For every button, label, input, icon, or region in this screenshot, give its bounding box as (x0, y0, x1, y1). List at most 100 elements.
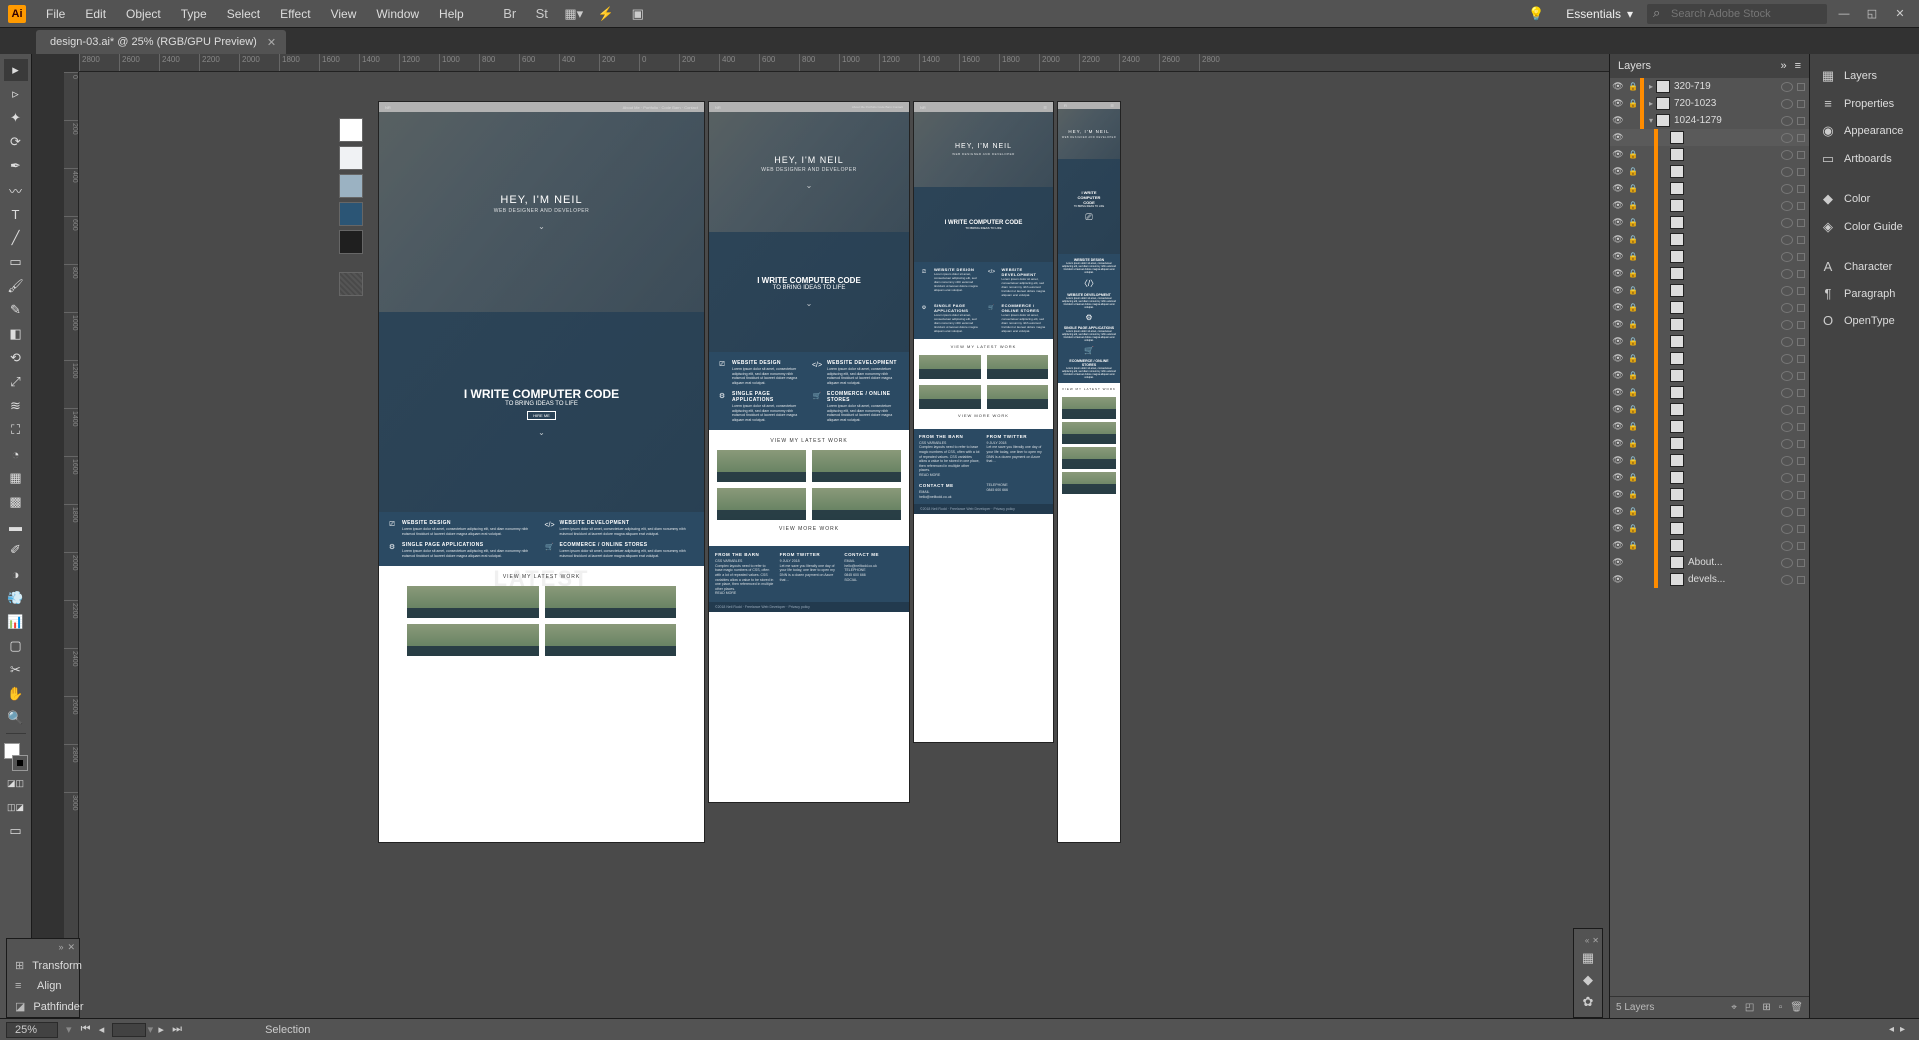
pen-tool[interactable]: ✒ (4, 155, 28, 177)
menu-select[interactable]: Select (217, 7, 270, 21)
blend-tool[interactable]: ◑ (4, 563, 28, 585)
clip-mask-icon[interactable]: ◰ (1745, 1002, 1754, 1013)
layer-row[interactable]: 👁🔒▸320-719 (1610, 78, 1809, 95)
draw-mode-icon[interactable]: ◫◪ (4, 796, 28, 818)
menu-object[interactable]: Object (116, 7, 171, 21)
minimize-button[interactable]: — (1833, 5, 1855, 23)
scale-tool[interactable]: ⤢ (4, 371, 28, 393)
panel-tab-properties[interactable]: ≡Properties (1810, 90, 1919, 117)
layer-row[interactable]: 👁▾1024-1279 (1610, 112, 1809, 129)
layer-row[interactable]: 👁🔒 (1610, 401, 1809, 418)
bridge-icon[interactable]: Br (498, 4, 522, 24)
layer-row[interactable]: 👁🔒 (1610, 367, 1809, 384)
stroke-swatch[interactable] (12, 755, 28, 771)
line-tool[interactable]: ╱ (4, 227, 28, 249)
layer-row[interactable]: 👁🔒 (1610, 299, 1809, 316)
graph-tool[interactable]: 📊 (4, 611, 28, 633)
free-transform-tool[interactable]: ⛶ (4, 419, 28, 441)
rotate-tool[interactable]: ⟲ (4, 347, 28, 369)
shape-builder-tool[interactable]: ◔ (4, 443, 28, 465)
layer-row[interactable]: 👁🔒 (1610, 503, 1809, 520)
layer-row[interactable]: 👁🔒 (1610, 452, 1809, 469)
stock-icon[interactable]: St (530, 4, 554, 24)
layer-row[interactable]: 👁🔒 (1610, 350, 1809, 367)
lasso-tool[interactable]: ⟳ (4, 131, 28, 153)
next-artboard-icon[interactable]: ▸ (154, 1023, 168, 1036)
menu-help[interactable]: Help (429, 7, 474, 21)
layer-row[interactable]: 👁🔒 (1610, 282, 1809, 299)
layer-row[interactable]: 👁About... (1610, 554, 1809, 571)
layer-row[interactable]: 👁devels... (1610, 571, 1809, 588)
document-tab[interactable]: design-03.ai* @ 25% (RGB/GPU Preview) ✕ (36, 30, 286, 54)
stock-search-input[interactable] (1647, 4, 1827, 24)
panel-tab-color[interactable]: ◆Color (1810, 185, 1919, 213)
pathfinder-tab[interactable]: ◪Pathfinder (7, 996, 79, 1017)
layer-row[interactable]: 👁🔒 (1610, 214, 1809, 231)
eraser-tool[interactable]: ◧ (4, 323, 28, 345)
direct-selection-tool[interactable]: ▹ (4, 83, 28, 105)
mesh-tool[interactable]: ▩ (4, 491, 28, 513)
menu-window[interactable]: Window (366, 7, 429, 21)
panel-tab-opentype[interactable]: OOpenType (1810, 307, 1919, 334)
eyedropper-tool[interactable]: ✐ (4, 539, 28, 561)
magic-wand-tool[interactable]: ✦ (4, 107, 28, 129)
last-artboard-icon[interactable]: ⏭ (170, 1023, 184, 1036)
layer-row[interactable]: 👁🔒 (1610, 384, 1809, 401)
menu-view[interactable]: View (321, 7, 367, 21)
layer-row[interactable]: 👁🔒 (1610, 537, 1809, 554)
layer-row[interactable]: 👁🔒 (1610, 180, 1809, 197)
locate-icon[interactable]: ⌖ (1731, 1002, 1737, 1013)
paintbrush-tool[interactable]: 🖌 (4, 275, 28, 297)
layer-row[interactable]: 👁🔒 (1610, 316, 1809, 333)
curvature-tool[interactable]: 〰 (4, 179, 28, 201)
layer-row[interactable]: 👁🔒 (1610, 469, 1809, 486)
layer-row[interactable]: 👁🔒 (1610, 486, 1809, 503)
symbol-sprayer-tool[interactable]: 💨 (4, 587, 28, 609)
menu-type[interactable]: Type (171, 7, 217, 21)
layers-list[interactable]: 👁🔒▸320-719👁🔒▸720-1023👁▾1024-1279👁👁🔒👁🔒👁🔒👁… (1610, 78, 1809, 996)
new-layer-icon[interactable]: ▫ (1779, 1002, 1783, 1013)
screen-mode-icon[interactable]: ▭ (4, 820, 28, 842)
menu-file[interactable]: File (36, 7, 75, 21)
mini-icon-2[interactable]: ◆ (1574, 969, 1602, 991)
panel-tab-artboards[interactable]: ▭Artboards (1810, 145, 1919, 173)
slice-tool[interactable]: ✂ (4, 659, 28, 681)
color-mode-icon[interactable]: ◪◫ (4, 772, 28, 794)
layer-row[interactable]: 👁🔒 (1610, 520, 1809, 537)
fill-stroke-swatch[interactable] (4, 743, 28, 771)
menu-effect[interactable]: Effect (270, 7, 320, 21)
layer-row[interactable]: 👁🔒 (1610, 333, 1809, 350)
panel-menu-icon[interactable]: ≡ (1795, 60, 1801, 72)
layer-row[interactable]: 👁🔒 (1610, 231, 1809, 248)
collapse-icon[interactable]: « (1585, 936, 1589, 945)
panel-tab-paragraph[interactable]: ¶Paragraph (1810, 280, 1919, 307)
maximize-button[interactable]: ◱ (1861, 5, 1883, 23)
scroll-right-icon[interactable]: ▸ (1900, 1024, 1905, 1035)
close-button[interactable]: ✕ (1889, 5, 1911, 23)
prev-artboard-icon[interactable]: ◂ (95, 1023, 109, 1036)
collapse-icon[interactable]: » (58, 942, 63, 952)
workspace-dropdown[interactable]: Essentials▾ (1552, 7, 1647, 21)
perspective-tool[interactable]: ▦ (4, 467, 28, 489)
collapse-icon[interactable]: » (1780, 60, 1786, 72)
zoom-tool[interactable]: 🔍 (4, 707, 28, 729)
layer-row[interactable]: 👁🔒 (1610, 248, 1809, 265)
delete-layer-icon[interactable]: 🗑 (1790, 1002, 1803, 1013)
panel-tab-layers[interactable]: ▦Layers (1810, 62, 1919, 90)
shaper-tool[interactable]: ✎ (4, 299, 28, 321)
new-sublayer-icon[interactable]: ⊞ (1762, 1002, 1770, 1013)
layer-row[interactable]: 👁🔒 (1610, 163, 1809, 180)
layer-row[interactable]: 👁🔒 (1610, 265, 1809, 282)
layer-row[interactable]: 👁🔒 (1610, 435, 1809, 452)
canvas[interactable]: NRAbout Me · Portfolio · Code Barn · Con… (79, 72, 1609, 1018)
layer-row[interactable]: 👁🔒▸720-1023 (1610, 95, 1809, 112)
layer-row[interactable]: 👁🔒 (1610, 146, 1809, 163)
arrange-docs-icon[interactable]: ▦▾ (562, 4, 586, 24)
panel-tab-character[interactable]: ACharacter (1810, 253, 1919, 280)
type-tool[interactable]: T (4, 203, 28, 225)
align-tab[interactable]: ≡Align (7, 976, 79, 996)
rectangle-tool[interactable]: ▭ (4, 251, 28, 273)
screen-icon[interactable]: ▣ (626, 4, 650, 24)
close-icon[interactable]: ✕ (67, 942, 75, 953)
lightbulb-icon[interactable]: 💡 (1524, 4, 1548, 24)
